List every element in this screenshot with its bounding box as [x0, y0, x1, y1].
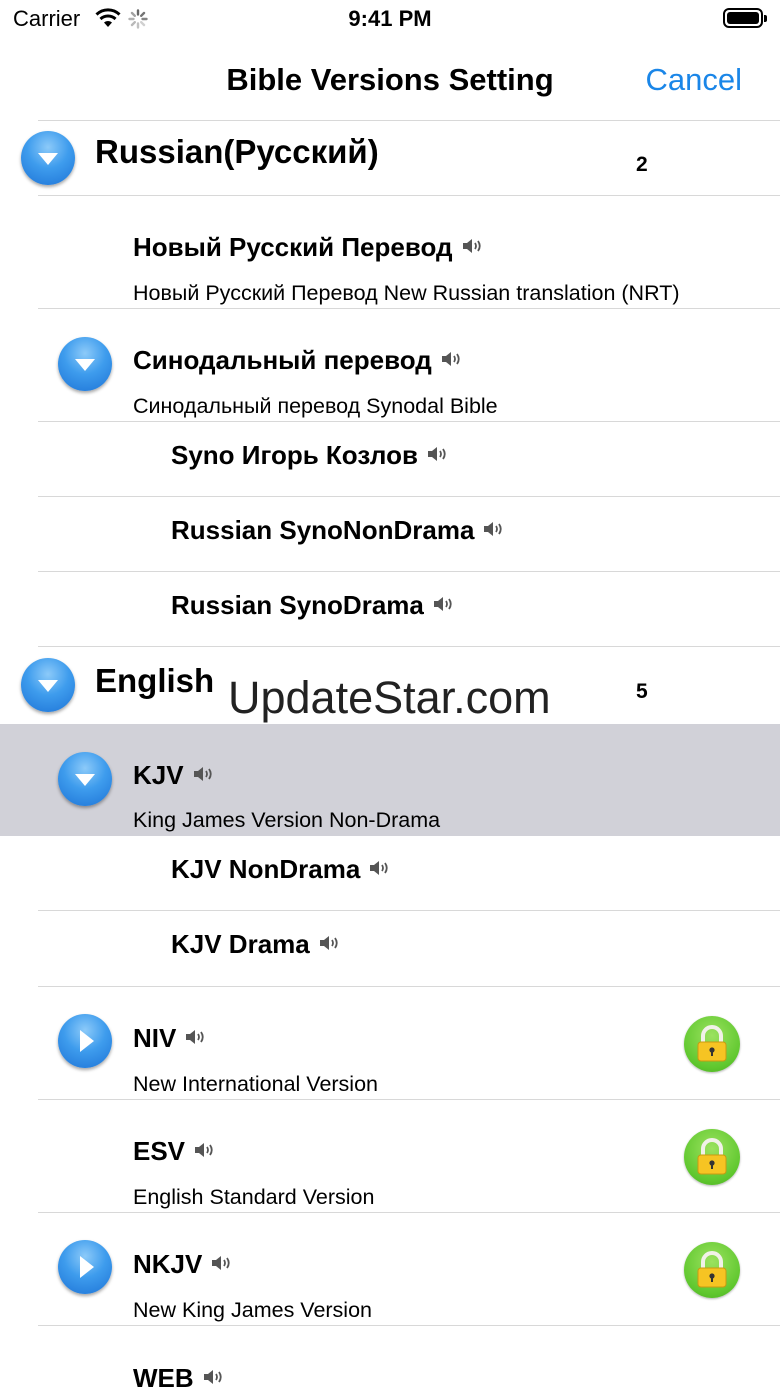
- version-name: NIV: [133, 1023, 177, 1053]
- version-title: KJV: [133, 760, 214, 791]
- version-subtitle: New International Version: [133, 1072, 379, 1096]
- audio-name: Russian SynoNonDrama: [171, 515, 475, 545]
- audio-row[interactable]: KJV Drama: [0, 911, 780, 985]
- lock-icon[interactable]: [684, 1242, 740, 1298]
- version-title: NIV: [133, 1023, 206, 1054]
- version-row-nrt[interactable]: Новый Русский Перевод Новый Русский Пере…: [0, 196, 780, 308]
- speaker-icon[interactable]: [202, 1368, 224, 1386]
- battery-icon: [723, 8, 767, 28]
- audio-row[interactable]: Russian SynoDrama: [0, 572, 780, 646]
- lock-icon[interactable]: [684, 1016, 740, 1072]
- navigation-bar: Bible Versions Setting Cancel: [0, 40, 780, 121]
- version-subtitle: Новый Русский Перевод New Russian transl…: [133, 281, 680, 305]
- cancel-button[interactable]: Cancel: [646, 62, 743, 98]
- audio-title: KJV NonDrama: [171, 854, 390, 885]
- speaker-icon[interactable]: [432, 595, 454, 613]
- speaker-icon[interactable]: [482, 520, 504, 538]
- chevron-down-icon[interactable]: [58, 752, 112, 806]
- speaker-icon[interactable]: [184, 1028, 206, 1046]
- version-subtitle: King James Version Non-Drama: [133, 808, 441, 832]
- version-row-kjv[interactable]: KJV King James Version Non-Drama: [0, 724, 780, 836]
- audio-name: Syno Игорь Козлов: [171, 440, 418, 470]
- group-title: English: [95, 662, 215, 699]
- audio-row[interactable]: KJV NonDrama: [0, 836, 780, 910]
- speaker-icon[interactable]: [461, 237, 483, 255]
- version-row-web[interactable]: WEB: [0, 1326, 780, 1393]
- speaker-icon[interactable]: [426, 445, 448, 463]
- speaker-icon[interactable]: [192, 765, 214, 783]
- speaker-icon[interactable]: [368, 859, 390, 877]
- audio-row[interactable]: Syno Игорь Козлов: [0, 422, 780, 496]
- version-row-esv[interactable]: ESV English Standard Version: [0, 1100, 780, 1212]
- speaker-icon[interactable]: [440, 350, 462, 368]
- group-header-russian[interactable]: Russian(Русский) 2: [0, 121, 780, 195]
- chevron-down-icon[interactable]: [58, 337, 112, 391]
- audio-name: KJV NonDrama: [171, 854, 361, 884]
- audio-title: KJV Drama: [171, 929, 340, 960]
- version-name: KJV: [133, 760, 184, 790]
- group-count: 2: [636, 153, 648, 176]
- audio-title: Syno Игорь Козлов: [171, 440, 448, 471]
- version-row-niv[interactable]: NIV New International Version: [0, 987, 780, 1099]
- clock: 9:41 PM: [348, 6, 432, 31]
- version-title: Новый Русский Перевод: [133, 232, 483, 263]
- chevron-down-icon[interactable]: [21, 658, 75, 712]
- version-title: Синодальный перевод: [133, 345, 462, 376]
- version-row-synodal[interactable]: Синодальный перевод Синодальный перевод …: [0, 309, 780, 421]
- chevron-down-icon[interactable]: [21, 131, 75, 185]
- audio-row[interactable]: Russian SynoNonDrama: [0, 497, 780, 571]
- group-count: 5: [636, 680, 648, 703]
- version-row-nkjv[interactable]: NKJV New King James Version: [0, 1213, 780, 1325]
- watermark-text: UpdateStar.com: [228, 672, 551, 723]
- version-subtitle: English Standard Version: [133, 1185, 375, 1209]
- audio-name: KJV Drama: [171, 929, 310, 959]
- play-icon[interactable]: [58, 1014, 112, 1068]
- version-name: WEB: [133, 1363, 194, 1393]
- audio-title: Russian SynoNonDrama: [171, 515, 504, 546]
- version-name: Новый Русский Перевод: [133, 232, 453, 262]
- speaker-icon[interactable]: [318, 934, 340, 952]
- divider: [38, 646, 780, 647]
- speaker-icon[interactable]: [193, 1141, 215, 1159]
- version-subtitle: Синодальный перевод Synodal Bible: [133, 394, 498, 418]
- audio-name: Russian SynoDrama: [171, 590, 424, 620]
- version-name: NKJV: [133, 1249, 203, 1279]
- version-name: Синодальный перевод: [133, 345, 432, 375]
- status-bar: Carrier 9:41 PM: [0, 0, 780, 40]
- version-name: ESV: [133, 1136, 186, 1166]
- group-title: Russian(Русский): [95, 133, 379, 170]
- play-icon[interactable]: [58, 1240, 112, 1294]
- speaker-icon[interactable]: [210, 1254, 232, 1272]
- version-subtitle: New King James Version: [133, 1298, 372, 1322]
- version-title: WEB: [133, 1363, 224, 1394]
- version-title: NKJV: [133, 1249, 232, 1280]
- audio-title: Russian SynoDrama: [171, 590, 454, 621]
- version-title: ESV: [133, 1136, 215, 1167]
- lock-icon[interactable]: [684, 1129, 740, 1185]
